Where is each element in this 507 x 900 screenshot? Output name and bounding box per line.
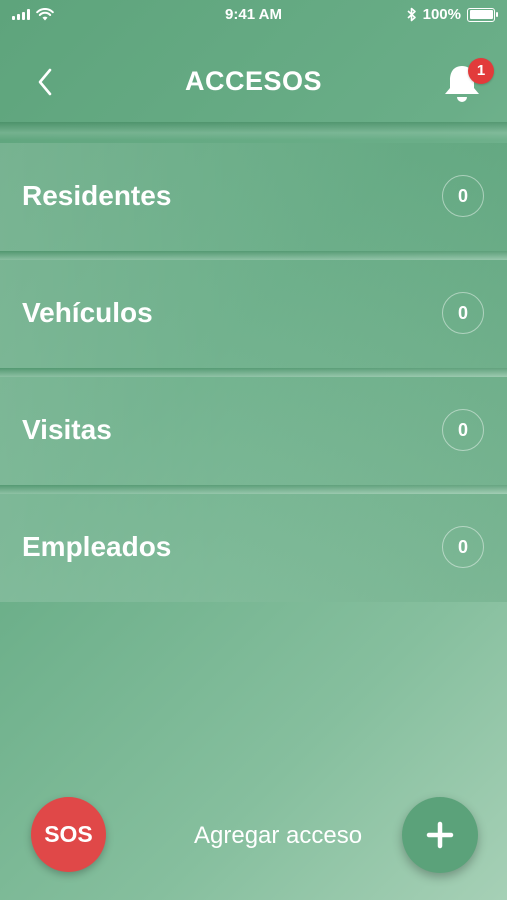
list-item-label: Empleados	[22, 531, 172, 562]
list-item-label: Residentes	[22, 180, 172, 211]
list-item-residentes[interactable]: Residentes 0	[0, 143, 507, 251]
notification-badge: 1	[468, 58, 494, 84]
battery-percent: 100%	[422, 6, 461, 23]
header-divider	[0, 122, 507, 140]
add-access-label[interactable]: Agregar acceso	[194, 822, 362, 850]
count-badge: 0	[442, 526, 484, 568]
list-item-visitas[interactable]: Visitas 0	[0, 377, 507, 485]
status-bar: 9:41 AM 100%	[0, 0, 507, 30]
row-divider	[0, 251, 507, 260]
row-divider	[0, 485, 507, 494]
bluetooth-icon	[407, 7, 416, 22]
list-item-vehiculos[interactable]: Vehículos 0	[0, 260, 507, 368]
count-badge: 0	[442, 409, 484, 451]
sos-button[interactable]: SOS	[31, 797, 106, 872]
count-badge: 0	[442, 292, 484, 334]
add-access-button[interactable]	[402, 797, 478, 873]
list-item-empleados[interactable]: Empleados 0	[0, 494, 507, 602]
battery-icon	[467, 7, 498, 22]
status-right: 100%	[407, 6, 498, 23]
row-divider	[0, 368, 507, 377]
list-item-label: Visitas	[22, 414, 112, 445]
count-badge: 0	[442, 175, 484, 217]
list-item-label: Vehículos	[22, 297, 153, 328]
plus-icon	[426, 821, 454, 849]
page-title: ACCESOS	[184, 66, 323, 96]
navigation-bar: ACCESOS	[0, 40, 507, 120]
